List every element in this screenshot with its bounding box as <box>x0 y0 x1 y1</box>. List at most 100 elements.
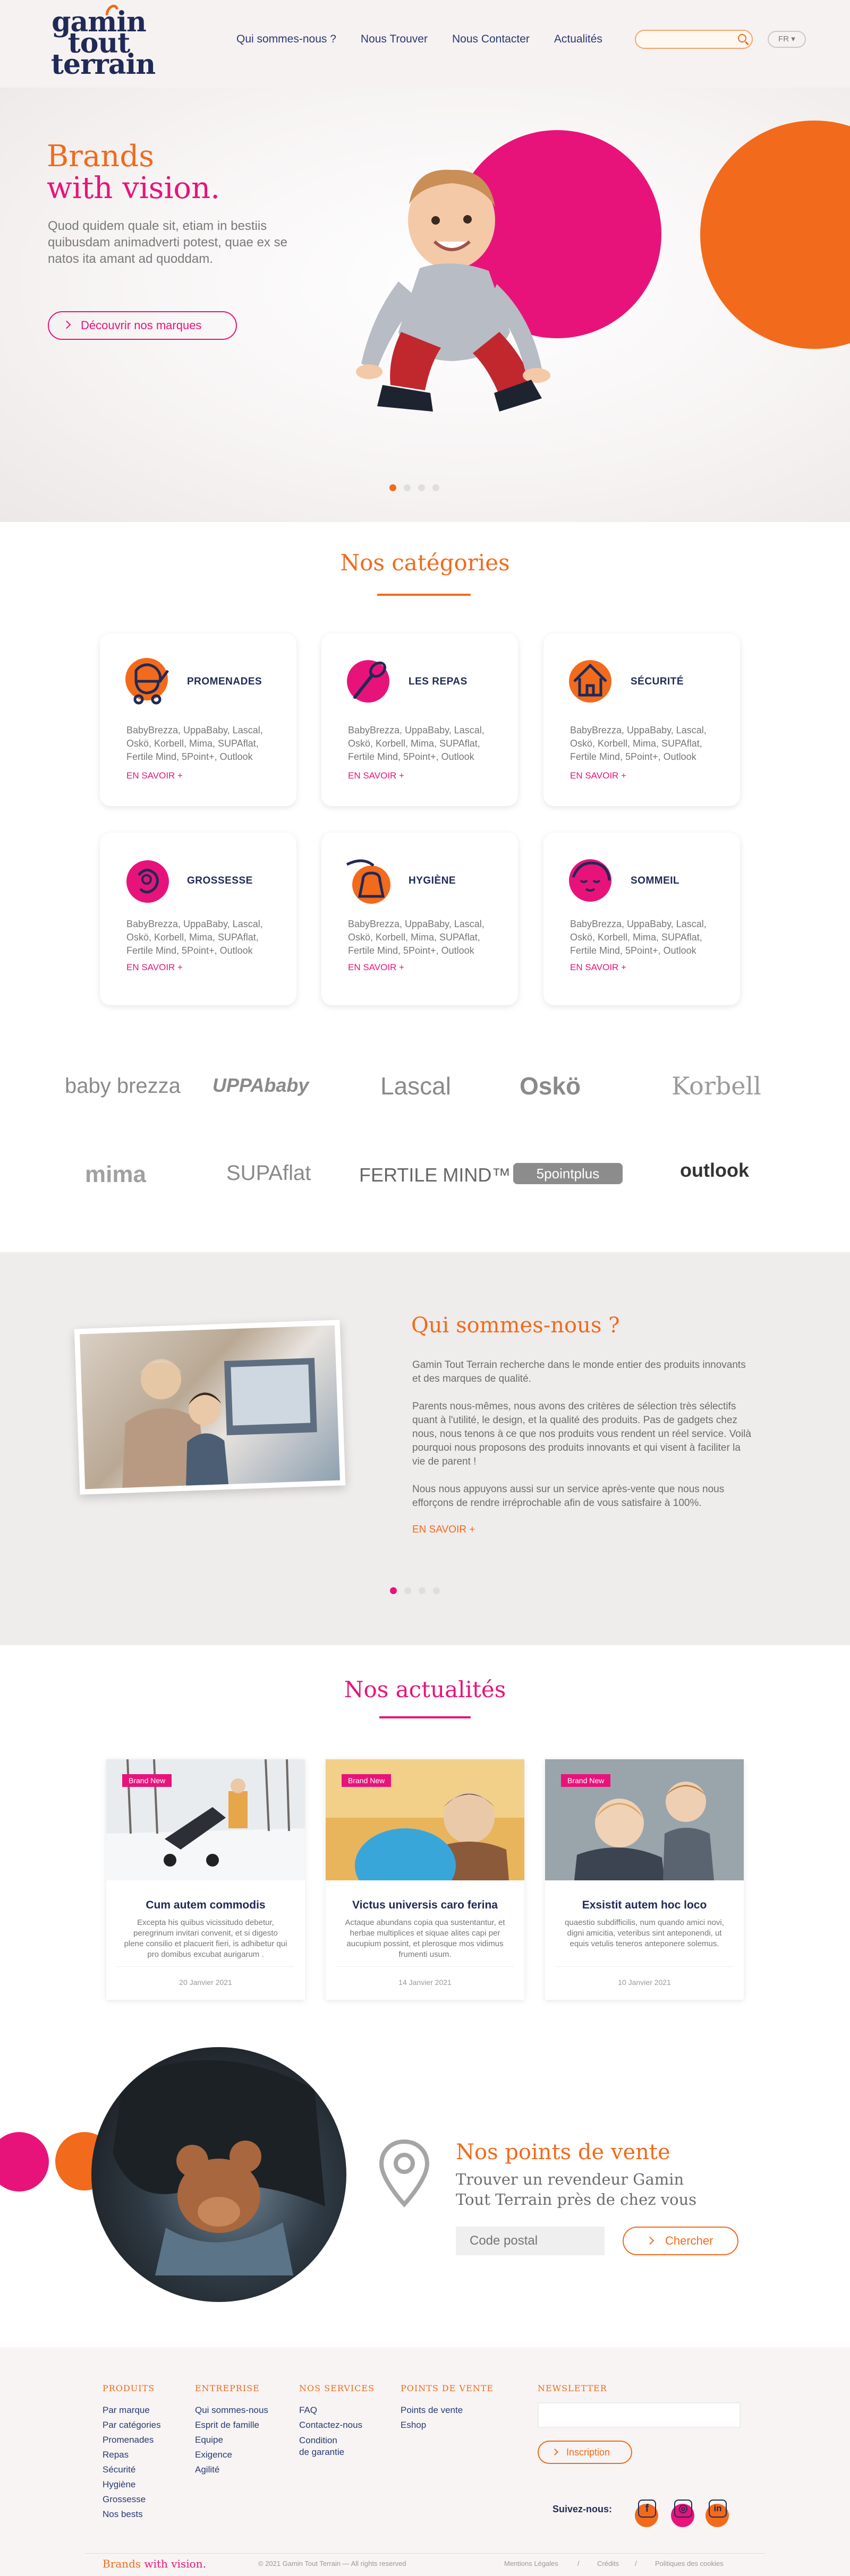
carousel-dot[interactable] <box>404 1587 411 1594</box>
footer-link[interactable]: Agilité <box>195 2462 268 2477</box>
brand-logo-lascal[interactable]: Lascal <box>380 1072 451 1100</box>
category-card-hygiene[interactable]: HYGIÈNE BabyBrezza, UppaBaby, Lascal, Os… <box>321 833 518 1005</box>
footer-link[interactable]: de garantie <box>299 2446 375 2458</box>
brand-logo-korbell[interactable]: Korbell <box>672 1072 761 1100</box>
footer-link[interactable]: Hygiène <box>103 2477 161 2492</box>
search-icon[interactable] <box>738 34 746 42</box>
news-title[interactable]: Exsistit autem hoc loco <box>545 1899 744 1912</box>
linkedin-button[interactable]: in <box>706 2498 731 2527</box>
spoon-icon <box>347 660 389 703</box>
footer-link[interactable]: Exigence <box>195 2447 268 2462</box>
legal-link-credits[interactable]: Crédits <box>597 2560 619 2568</box>
footer-link[interactable]: FAQ <box>299 2403 375 2418</box>
categories-title-underline <box>377 594 471 596</box>
footer-link[interactable]: Repas <box>103 2447 161 2462</box>
category-card-securite[interactable]: SÉCURITÉ BabyBrezza, UppaBaby, Lascal, O… <box>543 634 740 806</box>
search-stores-button[interactable]: Chercher <box>623 2227 738 2255</box>
category-more-link[interactable]: EN SAVOIR + <box>126 771 183 781</box>
subscribe-label: Inscription <box>566 2447 610 2458</box>
about-section: Qui sommes-nous ? Gamin Tout Terrain rec… <box>0 1252 850 1645</box>
brand-logo-uppababy[interactable]: UPPAbaby <box>212 1074 309 1097</box>
hero-section: Brands with vision. Quod quidem quale si… <box>0 88 850 522</box>
carousel-dot[interactable] <box>404 484 411 491</box>
search-input[interactable] <box>635 30 753 49</box>
language-select[interactable]: FR ▾ <box>768 31 806 48</box>
news-title: Nos actualités <box>344 1676 506 1702</box>
hero-title-line-1: Brands <box>47 139 154 174</box>
brand-logo-osko[interactable]: Oskö <box>520 1072 581 1100</box>
logo-line-3: terrain <box>51 48 156 81</box>
footer-link[interactable]: Condition <box>299 2435 375 2446</box>
category-more-link[interactable]: EN SAVOIR + <box>570 771 626 781</box>
footer-heading: NEWSLETTER <box>538 2383 607 2393</box>
footer-link[interactable]: Points de vente <box>401 2403 494 2418</box>
footer-link[interactable]: Sécurité <box>103 2462 161 2477</box>
hero-description: Quod quidem quale sit, etiam in bestiis … <box>48 219 287 266</box>
category-card-promenades[interactable]: PROMENADES BabyBrezza, UppaBaby, Lascal,… <box>100 634 296 806</box>
chevron-right-icon <box>62 320 71 329</box>
news-card[interactable]: Brand New Cum autem commodis Excepta his… <box>106 1759 305 2000</box>
footer-link[interactable]: Grossesse <box>103 2492 161 2507</box>
carousel-dot[interactable] <box>419 1587 426 1594</box>
facebook-button[interactable]: f <box>635 2498 660 2527</box>
footer-link[interactable]: Esprit de famille <box>195 2418 268 2433</box>
carousel-dot[interactable] <box>432 484 439 491</box>
instagram-button[interactable]: ◎ <box>671 2498 696 2527</box>
footer-link[interactable]: Par marque <box>103 2403 161 2418</box>
footer-link[interactable]: Equipe <box>195 2433 268 2447</box>
nav-nous-contacter[interactable]: Nous Contacter <box>452 33 530 46</box>
nav-nous-trouver[interactable]: Nous Trouver <box>361 33 428 46</box>
category-more-link[interactable]: EN SAVOIR + <box>126 962 183 973</box>
category-brands: BabyBrezza, UppaBaby, Lascal, Oskö, Korb… <box>570 725 707 762</box>
chevron-right-icon <box>551 2449 558 2455</box>
footer-link[interactable]: Nos bests <box>103 2507 161 2522</box>
teddy-bear-car-seat-illustration <box>113 2060 325 2275</box>
footer-tagline-2: with vision. <box>144 2557 206 2570</box>
category-more-link[interactable]: EN SAVOIR + <box>348 771 404 781</box>
about-more-link[interactable]: EN SAVOIR + <box>412 1524 475 1536</box>
search-stores-label: Chercher <box>665 2234 713 2247</box>
carousel-dot[interactable] <box>418 484 425 491</box>
carousel-dot[interactable] <box>433 1587 440 1594</box>
newsletter-email-input[interactable] <box>538 2402 741 2428</box>
newsletter-subscribe-button[interactable]: Inscription <box>538 2441 632 2464</box>
brand-logo-5pointplus[interactable]: 5pointplus <box>513 1163 623 1184</box>
footer-tagline-1: Brands <box>103 2557 141 2570</box>
footer-link[interactable]: Eshop <box>401 2418 494 2433</box>
nav-actualites[interactable]: Actualités <box>554 33 602 46</box>
brand-logo-babybrezza[interactable]: baby brezza <box>65 1074 181 1098</box>
footer-link[interactable]: Qui sommes-nous <box>195 2403 268 2418</box>
category-card-grossesse[interactable]: GROSSESSE BabyBrezza, UppaBaby, Lascal, … <box>100 833 296 1005</box>
category-more-link[interactable]: EN SAVOIR + <box>570 962 626 973</box>
news-title[interactable]: Cum autem commodis <box>106 1899 305 1912</box>
news-card[interactable]: Brand New Exsistit autem hoc loco quaest… <box>545 1759 744 2000</box>
sleeping-baby-icon <box>569 859 611 902</box>
legal-separator: / <box>635 2560 637 2568</box>
footer-link[interactable]: Promenades <box>103 2433 161 2447</box>
nav-qui-sommes-nous[interactable]: Qui sommes-nous ? <box>236 33 336 46</box>
pregnancy-icon <box>126 860 169 903</box>
postal-code-input[interactable] <box>456 2227 605 2255</box>
news-title[interactable]: Victus universis caro ferina <box>326 1899 524 1912</box>
category-card-sommeil[interactable]: SOMMEIL BabyBrezza, UppaBaby, Lascal, Os… <box>543 833 740 1005</box>
brand-logo-outlook[interactable]: outlook <box>680 1159 749 1182</box>
legal-link-mentions[interactable]: Mentions Légales <box>504 2560 558 2568</box>
discover-brands-label: Découvrir nos marques <box>81 319 202 332</box>
category-brands: BabyBrezza, UppaBaby, Lascal, Oskö, Korb… <box>348 919 484 956</box>
category-name: HYGIÈNE <box>409 875 456 886</box>
discover-brands-button[interactable]: Découvrir nos marques <box>48 311 237 340</box>
follow-us-label: Suivez-nous: <box>552 2504 613 2514</box>
category-more-link[interactable]: EN SAVOIR + <box>348 962 404 973</box>
category-card-repas[interactable]: LES REPAS BabyBrezza, UppaBaby, Lascal, … <box>321 634 518 806</box>
brand-logo-supaflat[interactable]: SUPAflat <box>226 1161 311 1185</box>
legal-link-cookies[interactable]: Politiques des cookies <box>655 2560 724 2568</box>
brand-logo-mima[interactable]: mima <box>85 1161 146 1188</box>
news-card[interactable]: Brand New Victus universis caro ferina A… <box>326 1759 524 2000</box>
footer-link[interactable]: Par catégories <box>103 2418 161 2433</box>
logo[interactable]: gamin tout terrain <box>51 2 156 81</box>
brand-logo-fertile-mind[interactable]: FERTILE MIND™ <box>359 1164 511 1186</box>
site-footer: PRODUITS Par marque Par catégories Prome… <box>0 2347 850 2576</box>
carousel-dot[interactable] <box>389 484 396 491</box>
footer-link[interactable]: Contactez-nous <box>299 2418 375 2433</box>
carousel-dot[interactable] <box>390 1587 397 1594</box>
